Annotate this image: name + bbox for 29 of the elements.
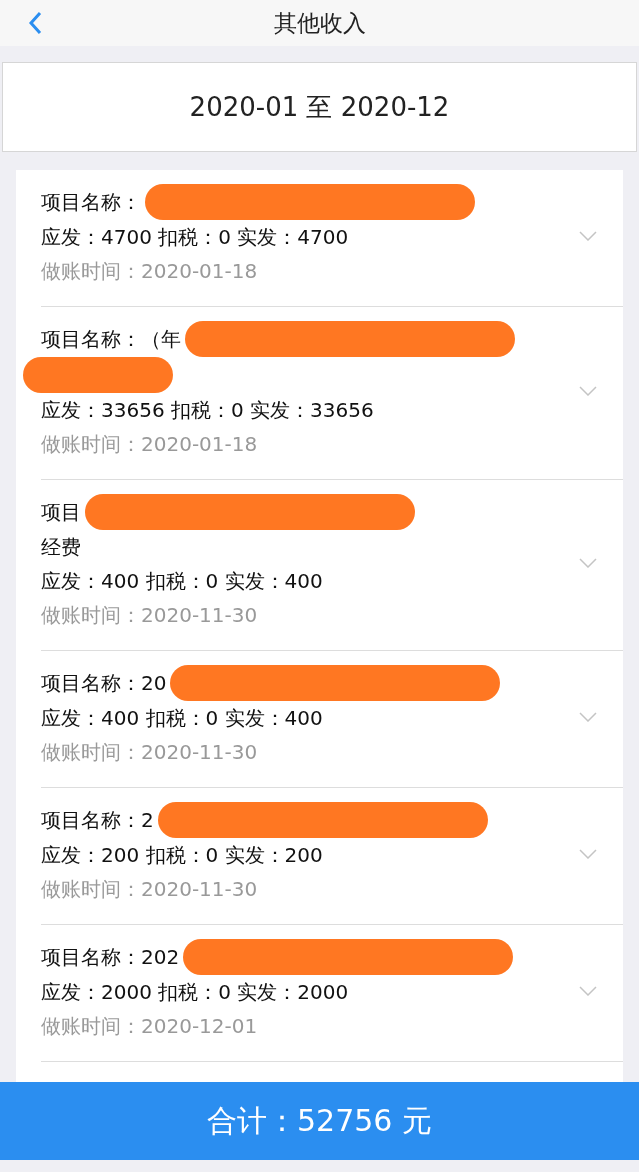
booking-date: 做账时间：2020-01-18 (41, 431, 259, 458)
chevron-icon[interactable] (579, 849, 597, 859)
amounts-text: 应发：400 扣税：0 实发：400 (41, 705, 324, 732)
item-name: 项目名称：20 (41, 670, 167, 697)
item-name: 项目名称：202 (41, 944, 180, 971)
chevron-icon[interactable] (579, 386, 597, 396)
amounts-text: 应发：2000 扣税：0 实发：2000 (41, 979, 350, 1006)
chevron-icon[interactable] (579, 986, 597, 996)
chevron-icon[interactable] (579, 712, 597, 722)
amounts-text: 应发：400 扣税：0 实发：400 (41, 568, 324, 595)
amounts-text: 应发：200 扣税：0 实发：200 (41, 842, 324, 869)
item-name: 项目名称：（年 (41, 326, 181, 353)
booking-date: 做账时间：2020-12-01 (41, 1013, 259, 1040)
total-bar: 合计：52756 元 (0, 1082, 639, 1160)
date-range-selector[interactable]: 2020-01 至 2020-12 (2, 62, 637, 152)
item-name: 项目 (41, 499, 81, 526)
booking-date: 做账时间：2020-11-30 (41, 739, 259, 766)
chevron-icon[interactable] (579, 558, 597, 568)
item-name: 经费 (41, 534, 81, 561)
amounts-text: 应发：4700 扣税：0 实发：4700 (41, 224, 350, 251)
booking-date: 做账时间：2020-11-30 (41, 602, 259, 629)
page-title: 其他收入 (273, 8, 366, 38)
amounts-text: 应发：33656 扣税：0 实发：33656 (41, 397, 375, 424)
booking-date: 做账时间：2020-11-30 (41, 876, 259, 903)
booking-date: 做账时间：2020-01-18 (41, 258, 259, 285)
chevron-icon[interactable] (579, 231, 597, 241)
item-name: 项目名称：2 (41, 807, 154, 834)
item-name: 项目名称： (41, 189, 141, 216)
back-icon[interactable] (28, 11, 42, 35)
